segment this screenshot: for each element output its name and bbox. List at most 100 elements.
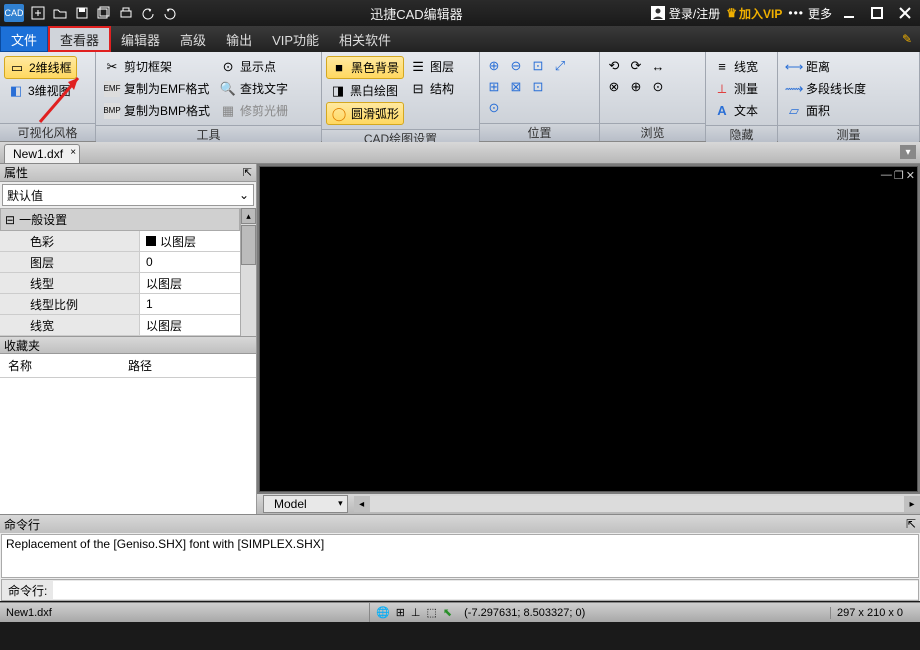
close-button[interactable] bbox=[894, 2, 916, 24]
box-icon: ▭ bbox=[9, 60, 25, 76]
document-tab[interactable]: New1.dxf × bbox=[4, 144, 80, 163]
zoom-all-icon[interactable]: ⊠ bbox=[508, 79, 524, 95]
emf-icon: EMF bbox=[104, 81, 120, 97]
copy-bmp-button[interactable]: BMP复制为BMP格式 bbox=[100, 100, 214, 121]
menu-output[interactable]: 输出 bbox=[216, 26, 262, 52]
vp-minimize-icon[interactable]: — bbox=[881, 169, 892, 182]
scroll-left-icon[interactable]: ◂ bbox=[354, 496, 370, 512]
drawing-canvas[interactable]: — ❐ ✕ bbox=[259, 166, 918, 492]
open-icon[interactable] bbox=[50, 3, 70, 23]
menu-vip[interactable]: VIP功能 bbox=[262, 26, 329, 52]
group-label: 隐藏 bbox=[706, 125, 777, 143]
copy-emf-button[interactable]: EMF复制为EMF格式 bbox=[100, 78, 214, 99]
group-label: 测量 bbox=[778, 125, 919, 143]
pen-icon[interactable]: ✎ bbox=[902, 32, 912, 46]
pan-left-icon[interactable]: ⟲ bbox=[606, 58, 622, 74]
scroll-right-icon[interactable]: ▸ bbox=[904, 496, 920, 512]
orbit-icon[interactable]: ⊗ bbox=[606, 79, 622, 95]
layers-button[interactable]: ☰图层 bbox=[406, 56, 458, 77]
menu-viewer[interactable]: 查看器 bbox=[48, 26, 111, 52]
zoom-scale-icon[interactable]: ⊡ bbox=[530, 79, 546, 95]
polyline-length-button[interactable]: ⟿多段线长度 bbox=[782, 78, 870, 99]
text-button[interactable]: A文本 bbox=[710, 100, 762, 121]
tab-close-icon[interactable]: × bbox=[70, 147, 76, 158]
menu-related[interactable]: 相关软件 bbox=[329, 26, 401, 52]
print-icon[interactable] bbox=[116, 3, 136, 23]
prop-row-lineweight[interactable]: 线宽以图层 bbox=[0, 315, 240, 336]
area-button[interactable]: ▱面积 bbox=[782, 100, 870, 121]
polyline-icon: ⟿ bbox=[786, 81, 802, 97]
distance-button[interactable]: ⟷距离 bbox=[782, 56, 870, 77]
prop-row-ltscale[interactable]: 线型比例1 bbox=[0, 294, 240, 315]
minimize-button[interactable] bbox=[838, 2, 860, 24]
pan-right-icon[interactable]: ⟳ bbox=[628, 58, 644, 74]
window-title: 迅捷CAD编辑器 bbox=[182, 4, 651, 23]
saveall-icon[interactable] bbox=[94, 3, 114, 23]
bw-draw-button[interactable]: ◨黑白绘图 bbox=[326, 80, 404, 101]
status-cursor-icon[interactable]: ⬉ bbox=[443, 606, 452, 619]
status-grid-icon[interactable]: ⊞ bbox=[396, 606, 405, 619]
more-link[interactable]: •••更多 bbox=[788, 5, 832, 22]
pan-up-icon[interactable]: ↔ bbox=[650, 58, 666, 74]
redo-icon[interactable] bbox=[160, 3, 180, 23]
vp-restore-icon[interactable]: ❐ bbox=[894, 169, 904, 182]
measure-button[interactable]: ⟂测量 bbox=[710, 78, 762, 99]
vp-close-icon[interactable]: ✕ bbox=[906, 169, 915, 182]
horizontal-scrollbar[interactable]: ◂ ▸ bbox=[354, 496, 920, 512]
lineweight-button[interactable]: ≡线宽 bbox=[710, 56, 762, 77]
vip-link[interactable]: ♛加入VIP bbox=[726, 5, 782, 22]
tab-dropdown-icon[interactable]: ▾ bbox=[900, 145, 916, 159]
group-label: 位置 bbox=[480, 123, 599, 141]
smooth-arc-button[interactable]: ◯圆滑弧形 bbox=[326, 102, 404, 125]
prop-row-color[interactable]: 色彩以图层 bbox=[0, 231, 240, 252]
status-globe-icon[interactable]: 🌐 bbox=[376, 606, 390, 619]
fav-col-path[interactable]: 路径 bbox=[120, 354, 160, 377]
menu-advanced[interactable]: 高级 bbox=[170, 26, 216, 52]
undo-icon[interactable] bbox=[138, 3, 158, 23]
pin-icon[interactable]: ⇱ bbox=[243, 166, 252, 179]
status-ortho-icon[interactable]: ⬚ bbox=[427, 606, 437, 619]
status-file: New1.dxf bbox=[0, 603, 370, 622]
command-input[interactable] bbox=[53, 581, 918, 599]
status-coordinates: (-7.297631; 8.503327; 0) bbox=[458, 607, 830, 619]
prop-row-linetype[interactable]: 线型以图层 bbox=[0, 273, 240, 294]
blackbg-icon: ■ bbox=[331, 60, 347, 76]
rotate-icon[interactable]: ⊕ bbox=[628, 79, 644, 95]
black-bg-button[interactable]: ■黑色背景 bbox=[326, 56, 404, 79]
properties-scrollbar[interactable]: ▴ bbox=[240, 208, 256, 336]
zoom-in-icon[interactable]: ⊕ bbox=[486, 58, 502, 74]
clip-frame-button[interactable]: ✂剪切框架 bbox=[100, 56, 214, 77]
structure-button[interactable]: ⊟结构 bbox=[406, 78, 458, 99]
maximize-button[interactable] bbox=[866, 2, 888, 24]
find-text-button[interactable]: 🔍查找文字 bbox=[216, 78, 292, 99]
chevron-down-icon[interactable]: ▾ bbox=[338, 498, 343, 509]
prop-row-layer[interactable]: 图层0 bbox=[0, 252, 240, 273]
menu-editor[interactable]: 编辑器 bbox=[111, 26, 170, 52]
login-link[interactable]: 登录/注册 bbox=[651, 5, 720, 22]
view-3d-button[interactable]: ◧3维视图 bbox=[4, 80, 77, 101]
properties-select[interactable]: 默认值 ⌄ bbox=[2, 184, 254, 206]
view-icon[interactable]: ⊙ bbox=[650, 79, 666, 95]
zoom-prev-icon[interactable]: ⊞ bbox=[486, 79, 502, 95]
wireframe-2d-button[interactable]: ▭2维线框 bbox=[4, 56, 77, 79]
menu-file[interactable]: 文件 bbox=[0, 26, 48, 52]
zoom-window-icon[interactable]: ⊡ bbox=[530, 58, 546, 74]
lineweight-icon: ≡ bbox=[714, 59, 730, 75]
fav-col-name[interactable]: 名称 bbox=[0, 354, 120, 377]
new-icon[interactable] bbox=[28, 3, 48, 23]
status-snap-icon[interactable]: ⊥ bbox=[411, 606, 421, 619]
zoom-center-icon[interactable]: ⊙ bbox=[486, 100, 502, 116]
trim-raster-button[interactable]: ▦修剪光栅 bbox=[216, 100, 292, 121]
model-tab[interactable]: Model ▾ bbox=[263, 495, 348, 513]
props-section-general[interactable]: ⊟一般设置 bbox=[0, 208, 240, 231]
favorites-columns: 名称 路径 bbox=[0, 354, 256, 378]
left-panel: 属性 ⇱ 默认值 ⌄ ⊟一般设置 色彩以图层 图层0 线型以图层 线型比例1 线… bbox=[0, 164, 257, 514]
save-icon[interactable] bbox=[72, 3, 92, 23]
document-tabstrip: New1.dxf × ▾ bbox=[0, 142, 920, 164]
zoom-out-icon[interactable]: ⊖ bbox=[508, 58, 524, 74]
show-points-button[interactable]: ⊙显示点 bbox=[216, 56, 292, 77]
arc-icon: ◯ bbox=[331, 106, 347, 122]
viewport: — ❐ ✕ Model ▾ ◂ ▸ bbox=[257, 164, 920, 514]
zoom-extents-icon[interactable]: ⤢ bbox=[552, 58, 568, 74]
pin-icon[interactable]: ⇱ bbox=[906, 517, 916, 531]
